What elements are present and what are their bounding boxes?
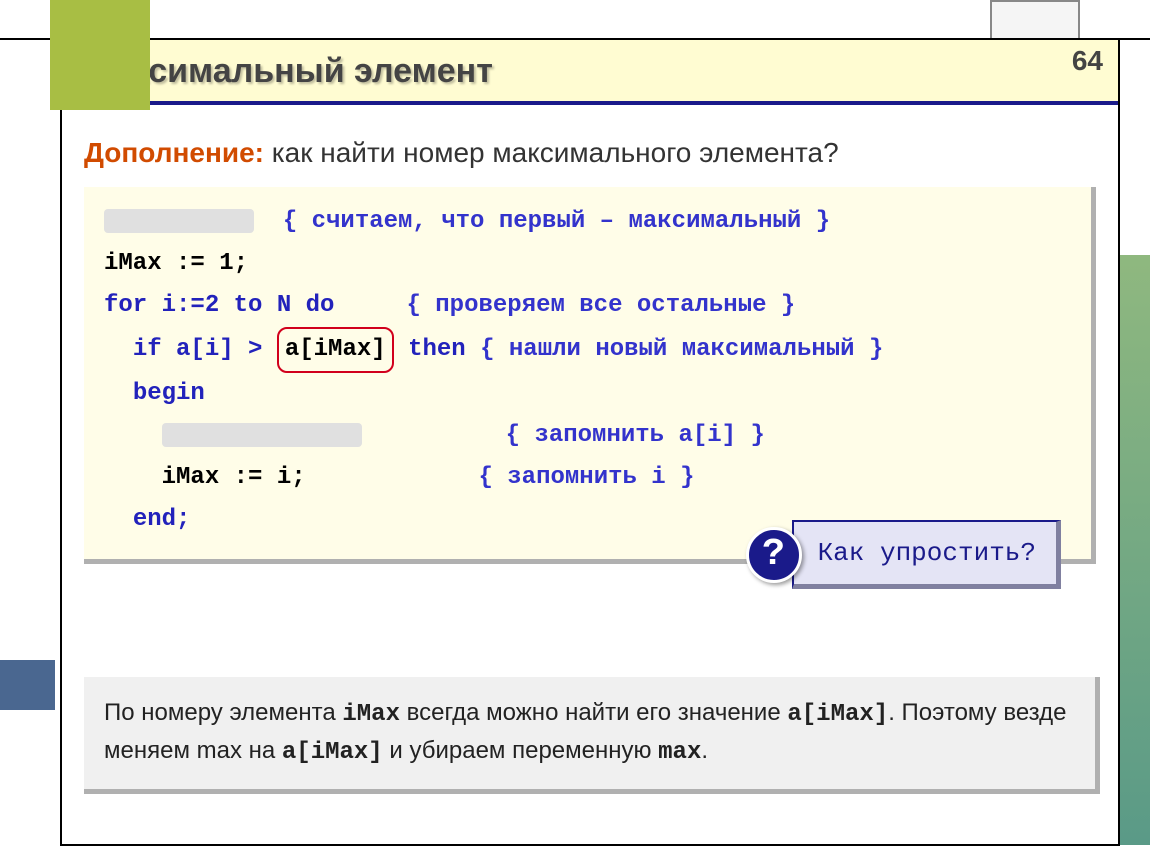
explain-m1: iMax <box>342 701 400 728</box>
code-line-2: iMax := 1; <box>104 243 1071 285</box>
code-line-1: { считаем, что первый – максимальный } <box>104 201 1071 243</box>
decoration-gray-box <box>990 0 1080 40</box>
code-end: end; <box>133 506 191 533</box>
subtitle-label: Дополнение: <box>84 137 264 168</box>
page-number: 64 <box>1072 45 1103 77</box>
comment-6: { запомнить a[i] } <box>506 422 765 449</box>
subtitle: Дополнение: как найти номер максимальног… <box>84 137 1118 169</box>
explain-t1: По номеру элемента <box>104 699 342 726</box>
code-for: for i:=2 to N do <box>104 292 334 319</box>
code-line-7: iMax := i; { запомнить i } <box>104 457 1071 499</box>
code-line-4: if a[i] > a[iMax] then { нашли новый мак… <box>104 327 1071 373</box>
code-imax-assign: iMax := i; <box>162 464 306 491</box>
highlighted-expression: a[iMax] <box>277 327 394 373</box>
code-line-6: { запомнить a[i] } <box>104 415 1071 457</box>
explain-m2: a[iMax] <box>787 701 888 728</box>
code-begin: begin <box>133 380 205 407</box>
explain-t5: . <box>701 737 708 764</box>
code-line-5: begin <box>104 373 1071 415</box>
comment-1: { считаем, что первый – максимальный } <box>283 208 830 235</box>
callout: ? Как упростить? <box>746 520 1061 589</box>
explain-t4: и убираем переменную <box>383 737 658 764</box>
comment-7: { запомнить i } <box>478 464 694 491</box>
decoration-olive-block <box>50 0 150 110</box>
explain-t2: всегда можно найти его значение <box>400 699 787 726</box>
callout-text: Как упростить? <box>792 520 1061 589</box>
hidden-code-1 <box>104 209 254 233</box>
code-block: { считаем, что первый – максимальный } i… <box>84 187 1096 564</box>
comment-4: { нашли новый максимальный } <box>480 336 883 363</box>
subtitle-text: как найти номер максимального элемента? <box>264 137 839 168</box>
explanation-box: По номеру элемента iMax всегда можно най… <box>84 677 1100 794</box>
question-icon: ? <box>746 527 802 583</box>
header-band: Максимальный элемент <box>62 40 1118 105</box>
explain-m3: a[iMax] <box>282 739 383 766</box>
code-if-a: if a[i] > <box>133 336 277 363</box>
decoration-left-blue <box>0 660 55 710</box>
explain-m4: max <box>658 739 701 766</box>
decoration-top-line <box>0 38 1150 40</box>
code-if-b: then <box>394 336 480 363</box>
comment-3: { проверяем все остальные } <box>406 292 795 319</box>
code-line-3: for i:=2 to N do { проверяем все остальн… <box>104 285 1071 327</box>
hidden-code-2 <box>162 423 362 447</box>
slide-frame: 64 Максимальный элемент Дополнение: как … <box>60 38 1120 846</box>
